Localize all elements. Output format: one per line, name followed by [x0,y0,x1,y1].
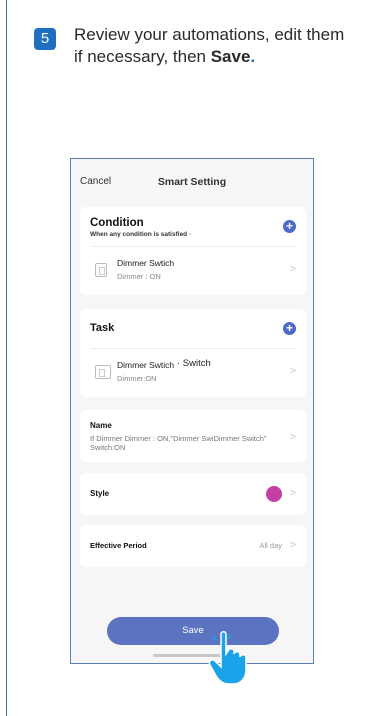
phone-screen: Cancel Smart Setting Condition When any … [70,158,314,664]
task-title: Task [90,322,115,334]
style-card[interactable]: Style > [80,473,306,515]
task-device-extra: · Switch [177,358,211,369]
instruction-body: Review your automations, edit them if ne… [74,25,345,66]
dimmer-device-icon [95,263,107,277]
name-label: Name [90,421,112,430]
instruction-text: Review your automations, edit them if ne… [74,24,354,68]
chevron-right-icon: > [290,264,296,275]
step-number-badge: 5 [34,28,56,50]
effective-period-label: Effective Period [90,541,147,550]
add-condition-button[interactable]: + [283,220,296,233]
task-divider [90,348,296,349]
switch-device-icon [95,365,111,379]
name-card[interactable]: Name If Dimmer Dimmer : ON,"Dimmer SwiDi… [80,410,306,462]
task-card: Task + Dimmer Swtich · Switch Dimmer:ON … [80,309,306,397]
chevron-right-icon: > [290,488,296,499]
condition-device-name: Dimmer Swtich [117,258,175,268]
style-color-swatch [266,486,282,502]
task-device-name: Dimmer Swtich [117,360,175,370]
chevron-right-icon: > [290,540,296,551]
condition-divider [90,246,296,247]
condition-title: Condition [90,217,144,229]
pointing-hand-icon [208,631,247,685]
instruction-period: . [250,47,256,66]
condition-device-state: Dimmer : ON [117,272,161,281]
name-value: If Dimmer Dimmer : ON,"Dimmer SwiDimmer … [90,434,267,452]
effective-period-card[interactable]: Effective Period All day > [80,525,306,567]
chevron-right-icon: > [290,366,296,377]
top-bar: Cancel Smart Setting [71,159,313,203]
chevron-right-icon: > [290,432,296,443]
condition-card: Condition When any condition is satisfie… [80,207,306,295]
add-task-button[interactable]: + [283,322,296,335]
task-device-state: Dimmer:ON [117,374,157,383]
style-label: Style [90,489,110,498]
left-border-line [6,0,7,716]
screen-title: Smart Setting [157,176,227,188]
effective-period-value: All day [259,541,282,550]
instruction-save-word: Save [210,47,251,66]
condition-subtitle[interactable]: When any condition is satisfied · [90,231,191,238]
